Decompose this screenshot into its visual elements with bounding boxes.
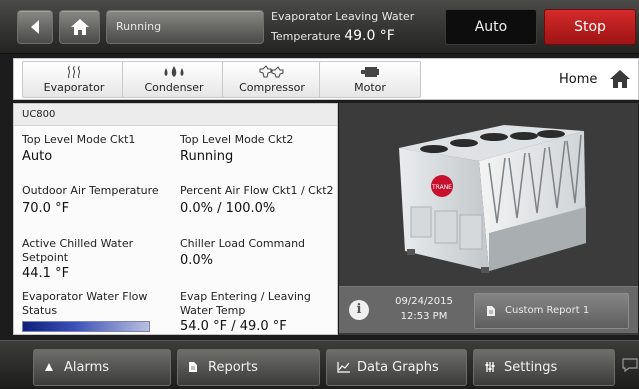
motor-icon — [361, 67, 379, 77]
chilled-water-setpoint-label: Active Chilled Water Setpoint — [22, 237, 133, 265]
document-icon — [487, 306, 495, 316]
evap-flow-status-label: Evaporator Water Flow Status — [22, 290, 147, 318]
data-graphs-label: Data Graphs — [357, 360, 439, 375]
evap-temps-label: Evap Entering / Leaving Water Temp — [180, 290, 311, 318]
running-status-button[interactable]: Running — [106, 10, 264, 44]
settings-label: Settings — [504, 360, 558, 375]
load-command-value: 0.0% — [180, 253, 214, 268]
evap-temps-value: 54.0 °F / 49.0 °F — [180, 319, 287, 334]
alarms-button[interactable]: Alarms — [33, 349, 171, 386]
air-flow-label: Percent Air Flow Ckt1 / Ckt2 — [180, 184, 334, 197]
tab-motor-label: Motor — [354, 81, 386, 94]
custom-report-label: Custom Report 1 — [505, 305, 590, 316]
top-status-bar: Running Evaporator Leaving Water Tempera… — [0, 0, 639, 54]
evap-temp-prefix: Temperature — [271, 30, 341, 43]
info-icon[interactable]: i — [349, 300, 369, 320]
chilled-water-setpoint-label-line2: Setpoint — [22, 251, 69, 264]
condenser-icon — [164, 66, 184, 77]
report-document-icon — [189, 362, 197, 372]
evap-leaving-water-label: Evaporator Leaving Water — [271, 10, 415, 23]
chiller-image-panel: TRANE i 09/24/2015 12:53 PM Custom Repor… — [339, 103, 638, 335]
home-icon[interactable] — [609, 69, 631, 89]
tab-condenser[interactable]: Condenser — [122, 61, 226, 98]
evap-temps-label-line1: Evap Entering / Leaving — [180, 290, 311, 303]
chilled-water-setpoint-label-line1: Active Chilled Water — [22, 237, 134, 250]
alarms-label: Alarms — [64, 360, 110, 375]
back-button[interactable] — [17, 10, 53, 44]
svg-text:TRANE: TRANE — [431, 184, 452, 191]
stop-button[interactable]: Stop — [544, 9, 636, 45]
alarm-triangle-icon — [45, 363, 53, 371]
evaporator-icon — [67, 65, 81, 79]
back-arrow-icon — [31, 20, 39, 34]
home-icon — [70, 19, 89, 35]
current-date: 09/24/2015 — [395, 296, 453, 307]
mode-ckt1-value: Auto — [22, 149, 53, 164]
evap-flow-status-label-line1: Evaporator Water Flow — [22, 290, 148, 303]
tab-motor[interactable]: Motor — [319, 61, 421, 98]
mode-ckt1-label: Top Level Mode Ckt1 — [22, 133, 136, 146]
evap-flow-status-label-line2: Status — [22, 304, 58, 317]
reports-label: Reports — [208, 360, 258, 375]
settings-button[interactable]: Settings — [473, 349, 615, 386]
outdoor-air-temp-value: 70.0 °F — [22, 201, 70, 216]
mode-ckt2-label: Top Level Mode Ckt2 — [180, 133, 294, 146]
tab-compressor[interactable]: Compressor — [222, 61, 322, 98]
evap-flow-status-bar — [22, 321, 150, 332]
home-button[interactable] — [59, 10, 100, 44]
load-command-label: Chiller Load Command — [180, 237, 306, 250]
line-chart-icon — [337, 362, 350, 373]
reports-button[interactable]: Reports — [177, 349, 320, 386]
uc800-data-panel: UC800 Top Level Mode Ckt1 Auto Top Level… — [13, 103, 338, 335]
custom-report-button[interactable]: Custom Report 1 — [474, 293, 629, 329]
panel-title: UC800 — [14, 104, 337, 126]
chat-bubble-icon[interactable] — [621, 358, 639, 372]
chiller-unit-image: TRANE — [339, 103, 638, 286]
tab-condenser-label: Condenser — [144, 81, 204, 94]
component-tab-strip: Evaporator Condenser Compressor Motor Ho… — [13, 58, 639, 100]
outdoor-air-temp-label: Outdoor Air Temperature — [22, 184, 159, 197]
mode-ckt2-value: Running — [180, 149, 234, 164]
info-bar: i 09/24/2015 12:53 PM Custom Report 1 — [339, 286, 638, 333]
sliders-icon — [485, 362, 495, 372]
tab-evaporator-label: Evaporator — [43, 81, 105, 94]
data-graphs-button[interactable]: Data Graphs — [326, 349, 467, 386]
evap-temps-label-line2: Water Temp — [180, 304, 246, 317]
air-flow-value: 0.0% / 100.0% — [180, 201, 276, 216]
evap-leaving-water-line2: Temperature 49.0 °F — [271, 28, 395, 44]
current-time: 12:53 PM — [400, 311, 448, 322]
bottom-nav-bar: Alarms Reports Data Graphs Settings — [0, 340, 639, 389]
auto-button[interactable]: Auto — [445, 9, 537, 45]
tab-evaporator[interactable]: Evaporator — [22, 61, 126, 98]
tab-compressor-label: Compressor — [239, 81, 305, 94]
chilled-water-setpoint-value: 44.1 °F — [22, 266, 70, 281]
evap-leaving-water-value: 49.0 °F — [344, 28, 395, 44]
home-link-label[interactable]: Home — [559, 72, 597, 87]
compressor-icon — [259, 65, 284, 78]
